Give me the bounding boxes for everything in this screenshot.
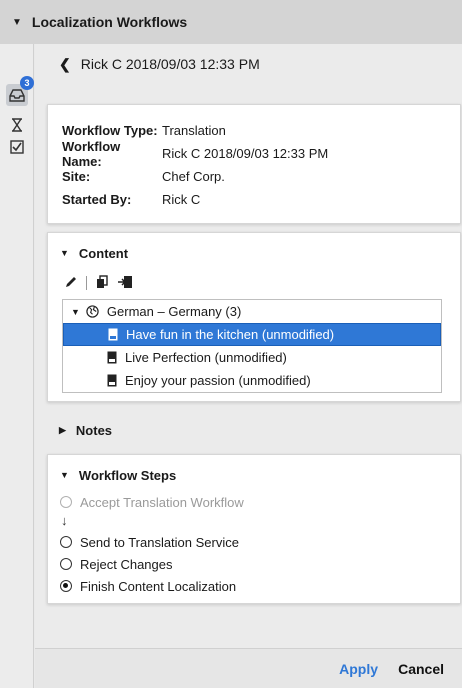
tree-root-german[interactable]: ▼ German – Germany (3) (63, 300, 441, 323)
step-finish-localization[interactable]: Finish Content Localization (60, 575, 448, 597)
footer-bar: Apply Cancel (35, 648, 462, 688)
info-key: Site: (62, 169, 91, 184)
back-button[interactable]: ❮ Rick C 2018/09/03 12:33 PM (59, 54, 260, 74)
info-key: Workflow Type: (62, 123, 158, 138)
content-toolbar (64, 271, 448, 295)
caret-down-icon[interactable]: ▼ (71, 307, 80, 317)
step-send-to-translation[interactable]: Send to Translation Service (60, 531, 448, 553)
checkbox-icon[interactable] (6, 136, 28, 158)
content-section-toggle[interactable]: ▼ Content (60, 243, 448, 263)
cancel-button[interactable]: Cancel (398, 661, 444, 677)
apply-button[interactable]: Apply (339, 661, 378, 677)
globe-icon (86, 305, 99, 318)
tree-root-label: German – Germany (3) (106, 304, 242, 319)
tree-item-label: Live Perfection (unmodified) (125, 350, 287, 365)
insert-icon[interactable] (117, 275, 133, 292)
radio-button[interactable] (60, 536, 72, 548)
tree-item[interactable]: Enjoy your passion (unmodified) (63, 369, 441, 392)
info-value: Rick C 2018/09/03 12:33 PM (162, 146, 329, 161)
panel-header[interactable]: ▼ Localization Workflows (0, 0, 462, 44)
info-key: Started By: (62, 192, 132, 207)
inbox-badge: 3 (20, 76, 34, 90)
step-label: Finish Content Localization (80, 578, 237, 594)
hourglass-icon[interactable] (6, 114, 28, 136)
info-value: Chef Corp. (162, 169, 225, 184)
workflow-title: Rick C 2018/09/03 12:33 PM (80, 56, 260, 72)
tree-item-label: Enjoy your passion (unmodified) (125, 373, 311, 388)
radio-button[interactable] (60, 580, 72, 592)
workflow-steps-card: ▼ Workflow Steps Accept Translation Work… (47, 454, 461, 604)
caret-down-icon[interactable]: ▼ (60, 248, 69, 258)
workflow-info-card: Workflow Type: Translation Workflow Name… (47, 104, 461, 224)
caret-down-icon[interactable]: ▼ (12, 17, 22, 28)
document-icon (107, 374, 117, 387)
info-value: Rick C (162, 192, 201, 207)
info-row-name: Workflow Name: Rick C 2018/09/03 12:33 P… (62, 139, 446, 169)
caret-down-icon[interactable]: ▼ (60, 470, 69, 480)
steps-section-toggle[interactable]: ▼ Workflow Steps (60, 465, 448, 485)
step-reject-changes[interactable]: Reject Changes (60, 553, 448, 575)
chevron-left-icon[interactable]: ❮ (59, 56, 71, 73)
tree-item[interactable]: Have fun in the kitchen (unmodified) (63, 323, 441, 346)
workflow-detail: ❮ Rick C 2018/09/03 12:33 PM Workflow Ty… (35, 44, 462, 648)
notes-heading: Notes (75, 422, 113, 438)
document-icon (107, 351, 117, 364)
info-key: Workflow Name: (62, 138, 121, 169)
toolbar-divider (86, 276, 87, 290)
content-heading: Content (78, 245, 129, 261)
step-label: Send to Translation Service (80, 534, 239, 550)
panel-title: Localization Workflows (31, 14, 188, 30)
document-icon (108, 328, 118, 341)
step-label: Accept Translation Workflow (80, 494, 244, 510)
radio-button (60, 496, 72, 508)
info-value: Translation (162, 123, 226, 138)
content-tree: ▼ German – Germany (3) Have fun in the k… (62, 299, 442, 393)
side-rail: 3 (0, 44, 34, 688)
info-row-started-by: Started By: Rick C (62, 188, 446, 211)
info-row-site: Site: Chef Corp. (62, 165, 446, 188)
steps-heading: Workflow Steps (78, 467, 177, 483)
tree-item[interactable]: Live Perfection (unmodified) (63, 346, 441, 369)
radio-button[interactable] (60, 558, 72, 570)
notes-section-toggle[interactable]: ▶ Notes (59, 420, 112, 440)
tree-item-label: Have fun in the kitchen (unmodified) (126, 327, 335, 342)
caret-right-icon[interactable]: ▶ (59, 425, 66, 436)
copy-icon[interactable] (95, 274, 109, 292)
step-accept-translation: Accept Translation Workflow (60, 491, 448, 513)
inbox-icon[interactable]: 3 (6, 76, 34, 106)
arrow-down-icon: ↓ (61, 513, 68, 528)
step-label: Reject Changes (80, 556, 173, 572)
content-card: ▼ Content ▼ German – Germany (3) Have fu… (47, 232, 461, 402)
pencil-icon[interactable] (64, 275, 78, 292)
